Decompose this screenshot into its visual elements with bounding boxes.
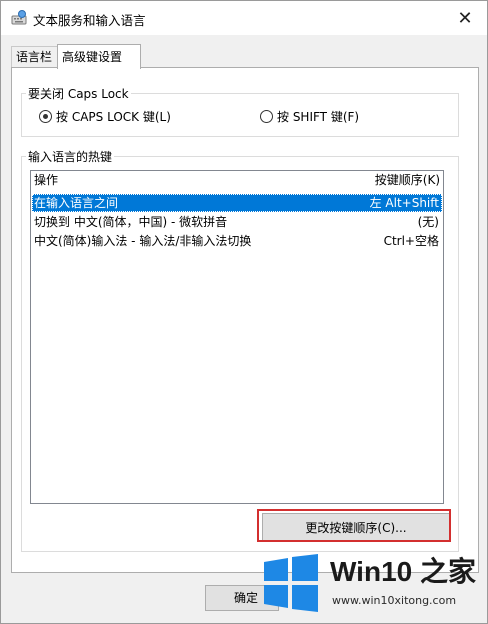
row-keys: (无) — [417, 215, 439, 229]
radio-shift-label: 按 SHIFT 键(F) — [277, 110, 360, 124]
row-keys: 左 Alt+Shift — [369, 196, 439, 210]
column-operation: 操作 — [34, 173, 59, 187]
dialog-window: 文本服务和输入语言 ✕ 语言栏 高级键设置 要关闭 Caps Lock 按 CA… — [0, 0, 488, 624]
watermark-url: www.win10xitong.com — [332, 594, 457, 607]
close-button[interactable]: ✕ — [443, 1, 487, 35]
radio-shift-key[interactable]: 按 SHIFT 键(F) — [260, 108, 359, 125]
watermark-title: Win10 之家 — [330, 556, 476, 587]
row-operation: 中文(简体)输入法 - 输入法/非输入法切换 — [34, 234, 252, 248]
tab-advanced-key-settings[interactable]: 高级键设置 — [57, 44, 141, 69]
tab-language-bar[interactable]: 语言栏 — [11, 46, 59, 68]
row-keys: Ctrl+空格 — [383, 234, 439, 248]
row-operation: 切换到 中文(简体，中国) - 微软拼音 — [34, 215, 228, 229]
title-bar: 文本服务和输入语言 ✕ — [1, 1, 487, 35]
radio-caps-lock-label: 按 CAPS LOCK 键(L) — [56, 110, 171, 124]
list-item-ime-toggle[interactable]: 中文(简体)输入法 - 输入法/非输入法切换 Ctrl+空格 — [32, 232, 442, 250]
radio-caps-lock-key[interactable]: 按 CAPS LOCK 键(L) — [39, 108, 171, 125]
radio-unchecked-icon — [260, 110, 273, 123]
list-item-switch-to-pinyin[interactable]: 切换到 中文(简体，中国) - 微软拼音 (无) — [32, 213, 442, 231]
caps-lock-legend: 要关闭 Caps Lock — [28, 87, 129, 101]
hotkeys-legend: 输入语言的热键 — [28, 150, 113, 164]
list-header: 操作 按键顺序(K) — [31, 171, 443, 189]
window-title: 文本服务和输入语言 — [33, 13, 146, 28]
close-icon: ✕ — [457, 7, 473, 29]
watermark: Win10 之家 www.win10xitong.com — [250, 542, 488, 624]
change-key-sequence-button[interactable]: 更改按键顺序(C)... — [262, 513, 450, 541]
keyboard-globe-icon — [11, 10, 27, 26]
windows-logo-icon — [264, 554, 318, 612]
row-operation: 在输入语言之间 — [34, 196, 119, 210]
list-item-switch-languages[interactable]: 在输入语言之间 左 Alt+Shift — [32, 194, 442, 212]
radio-checked-icon — [39, 110, 52, 123]
column-key-sequence: 按键顺序(K) — [374, 173, 440, 187]
hotkeys-list[interactable]: 操作 按键顺序(K) 在输入语言之间 左 Alt+Shift 切换到 中文(简体… — [30, 170, 444, 504]
